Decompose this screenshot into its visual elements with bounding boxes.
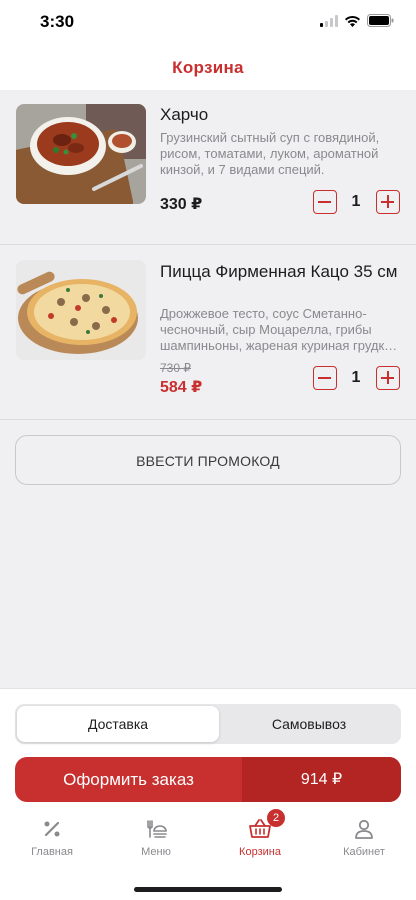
item-quantity: 1 — [351, 193, 361, 210]
tab-label: Корзина — [239, 846, 281, 858]
cart-item: Пицца Фирменная Кацо 35 см Дрожжевое тес… — [0, 245, 416, 420]
status-bar: 3:30 — [0, 0, 416, 44]
item-description: Дрожжевое тесто, соус Сметанно- чесночны… — [160, 306, 402, 354]
item-description: Грузинский сытный суп с говядиной, рисом… — [160, 130, 380, 177]
increase-quantity-button[interactable] — [376, 366, 400, 390]
delivery-option[interactable]: Доставка — [17, 706, 219, 742]
item-description-line: Дрожжевое тесто, соус Сметанно- — [160, 306, 367, 321]
tab-label: Меню — [141, 846, 171, 858]
battery-icon — [367, 14, 394, 27]
tab-label: Главная — [31, 846, 73, 858]
decrease-quantity-button[interactable] — [313, 366, 337, 390]
decrease-quantity-button[interactable] — [313, 190, 337, 214]
checkout-button[interactable]: Оформить заказ 914 ₽ — [15, 757, 401, 802]
item-description-line: чесночный, сыр Моцарелла, грибы — [160, 322, 372, 337]
promo-code-button[interactable]: ВВЕСТИ ПРОМОКОД — [15, 435, 401, 485]
item-image-pizza — [16, 260, 146, 360]
header: Корзина — [0, 44, 416, 90]
item-quantity: 1 — [351, 369, 361, 386]
tab-menu[interactable]: Меню — [104, 817, 208, 873]
increase-quantity-button[interactable] — [376, 190, 400, 214]
bottom-panel: Доставка Самовывоз Оформить заказ 914 ₽ … — [0, 688, 416, 900]
tab-label: Кабинет — [343, 846, 385, 858]
signal-icon — [320, 14, 338, 27]
page-title: Корзина — [172, 58, 244, 77]
item-name: Харчо — [160, 105, 209, 124]
home-indicator — [134, 887, 282, 892]
cart-badge: 2 — [267, 809, 285, 827]
tab-bar: Главная Меню 2 Корзина Кабинет — [0, 809, 416, 877]
tab-account[interactable]: Кабинет — [312, 817, 416, 873]
item-old-price: 730 ₽ — [160, 361, 191, 375]
promo-code-label: ВВЕСТИ ПРОМОКОД — [136, 453, 280, 469]
tab-cart[interactable]: 2 Корзина — [208, 809, 312, 873]
delivery-toggle: Доставка Самовывоз — [15, 704, 401, 744]
user-icon — [355, 819, 373, 839]
menu-food-icon — [147, 820, 167, 838]
status-icons — [320, 14, 394, 27]
checkout-total: 914 ₽ — [242, 757, 401, 802]
item-price: 330 ₽ — [160, 196, 203, 213]
item-description-line: шампиньоны, жареная куриная грудк… — [160, 338, 398, 353]
item-price: 584 ₽ — [160, 379, 203, 396]
item-name: Пицца Фирменная Кацо 35 см — [160, 262, 398, 281]
cart-item: Харчо Грузинский сытный суп с говядиной,… — [0, 90, 416, 245]
checkout-label: Оформить заказ — [63, 770, 194, 789]
percent-icon — [44, 821, 60, 837]
item-image-kharcho — [16, 104, 146, 204]
tab-home[interactable]: Главная — [0, 817, 104, 873]
pickup-option[interactable]: Самовывоз — [219, 706, 399, 742]
wifi-icon — [345, 15, 360, 27]
status-time: 3:30 — [40, 12, 75, 31]
